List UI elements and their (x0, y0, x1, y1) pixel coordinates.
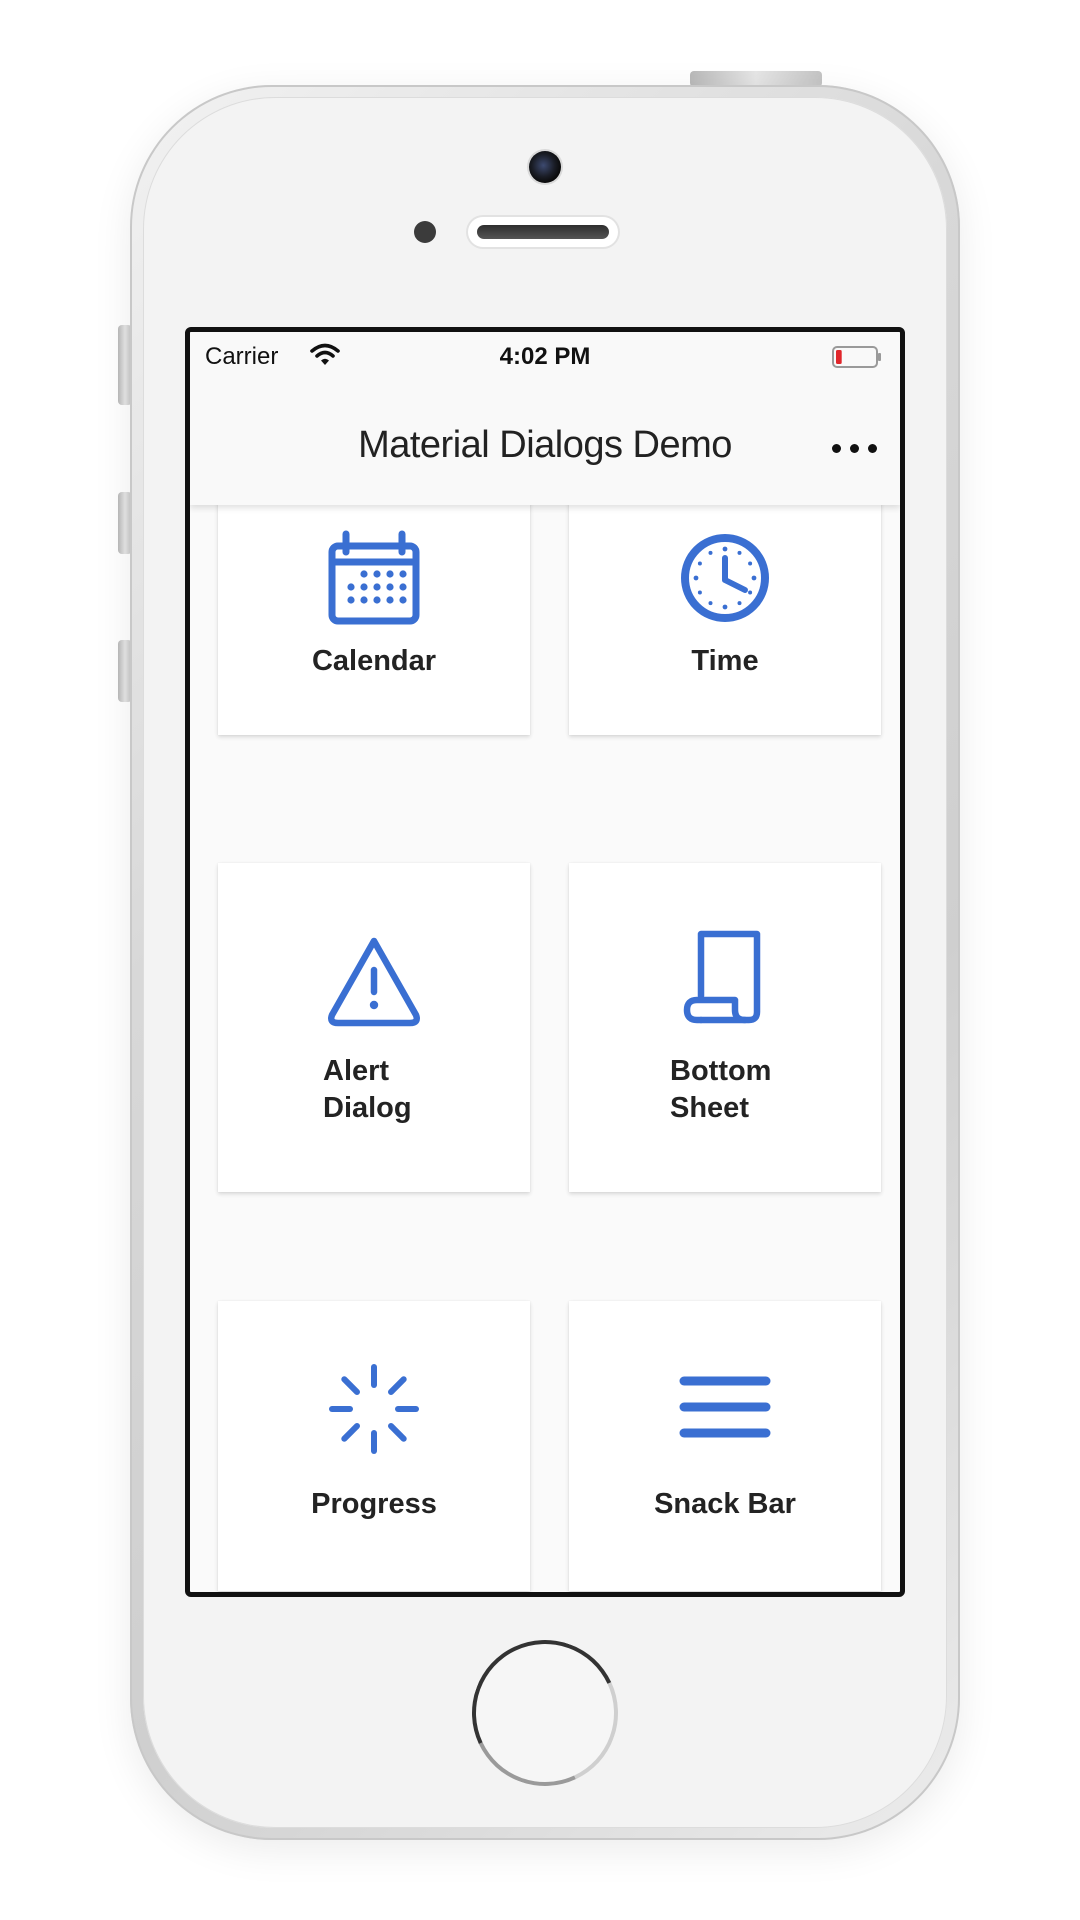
app-header: Carrier 4:02 PM Material Dialogs Demo (190, 332, 900, 505)
proximity-sensor (414, 221, 436, 243)
more-options-button[interactable] (830, 428, 880, 468)
front-camera (529, 151, 561, 183)
calendar-label: Calendar (311, 645, 437, 677)
alert-dialog-label: Alert Dialog (323, 1055, 412, 1124)
page-title: Material Dialogs Demo (358, 424, 732, 466)
snack-bar-card[interactable]: Snack Bar (569, 1301, 881, 1591)
alert-dialog-card[interactable]: Alert Dialog (218, 863, 530, 1192)
more-dot (868, 444, 877, 453)
calendar-card[interactable]: Calendar (218, 480, 530, 735)
clock-icon (681, 534, 769, 622)
navigation-bar: Material Dialogs Demo (190, 380, 900, 505)
scroll-icon (683, 930, 761, 1024)
time-label: Time (691, 645, 759, 677)
more-horizontal-icon (832, 444, 841, 453)
more-dot (850, 444, 859, 453)
menu-icon (679, 1376, 771, 1438)
bottom-sheet-label: Bottom Sheet (670, 1055, 772, 1124)
progress-card[interactable]: Progress (218, 1301, 530, 1591)
battery-icon (832, 346, 881, 368)
dialog-grid: Calendar Time Alert Dialog Bottom Sheet … (190, 332, 900, 1592)
status-time: 4:02 PM (499, 343, 591, 370)
status-bar: Carrier 4:02 PM (190, 332, 900, 380)
app-screen: Calendar Time Alert Dialog Bottom Sheet … (185, 327, 905, 1597)
device-frame: Calendar Time Alert Dialog Bottom Sheet … (0, 0, 1080, 1920)
bottom-sheet-card[interactable]: Bottom Sheet (569, 863, 881, 1192)
snack-bar-label: Snack Bar (654, 1488, 796, 1520)
calendar-icon (328, 530, 420, 625)
alert-triangle-icon (328, 937, 420, 1027)
earpiece-speaker (468, 217, 618, 247)
progress-label: Progress (311, 1488, 437, 1520)
time-card[interactable]: Time (569, 480, 881, 735)
loader-icon (329, 1364, 419, 1454)
